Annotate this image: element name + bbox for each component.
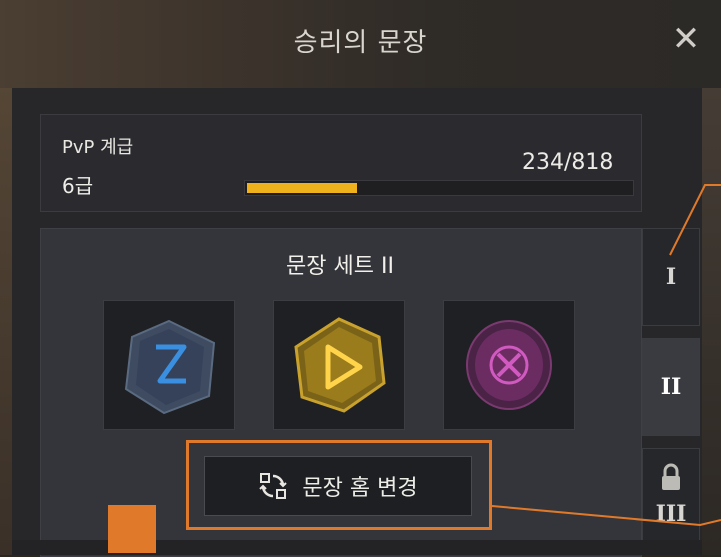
magenta-cross-rune-icon (466, 320, 552, 410)
lock-icon (662, 463, 680, 490)
annotation-marker (108, 505, 156, 553)
tab-set-3-label: III (655, 501, 687, 527)
tab-set-1[interactable]: I (642, 228, 700, 326)
gold-play-rune-icon (294, 317, 386, 413)
emblem-slot-2[interactable] (273, 300, 405, 430)
tab-set-2[interactable]: II (642, 338, 700, 436)
pvp-progress-fill (247, 183, 357, 193)
emblem-set-tabs: I II III (642, 228, 700, 555)
tab-set-3-locked[interactable]: III (642, 448, 700, 546)
tab-set-2-label: II (660, 374, 682, 400)
tab-set-1-label: I (665, 264, 677, 290)
emblem-slot-3[interactable] (443, 300, 575, 430)
emblem-slot-1[interactable] (103, 300, 235, 430)
pvp-rank-value: 6급 (62, 174, 94, 198)
annotation-highlight-box (186, 440, 492, 530)
pvp-progress-bar (244, 180, 634, 196)
pvp-rank-label: PvP 계급 (62, 137, 134, 158)
window-title: 승리의 문장 (293, 28, 428, 58)
blue-hourglass-rune-icon (124, 319, 216, 415)
pvp-progress-text: 234/818 (522, 150, 614, 175)
emblem-set-title: 문장 세트 II (286, 254, 394, 279)
close-icon[interactable]: ✕ (669, 22, 703, 56)
